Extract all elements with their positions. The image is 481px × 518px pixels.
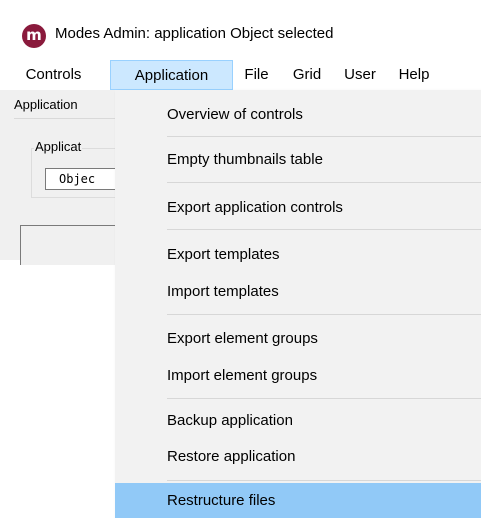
menu-separator: [167, 182, 481, 183]
groupbox-label: Applicat: [34, 139, 83, 154]
object-field[interactable]: Objec: [45, 168, 125, 190]
menu-separator: [167, 229, 481, 230]
menu-item-empty-thumbnails-table[interactable]: Empty thumbnails table: [115, 142, 481, 177]
window-title: Modes Admin: application Object selected: [55, 25, 334, 42]
menu-item-import-element-groups[interactable]: Import element groups: [115, 358, 481, 393]
menu-bar: Controls Application File Grid User Help: [0, 60, 481, 90]
menu-item-label: Empty thumbnails table: [167, 151, 323, 168]
menu-item-label: Backup application: [167, 412, 293, 429]
application-dropdown-menu: Overview of controls Empty thumbnails ta…: [115, 90, 481, 518]
menu-item-label: Overview of controls: [167, 106, 303, 123]
title-bar: m Modes Admin: application Object select…: [0, 0, 481, 56]
menu-item-backup-application[interactable]: Backup application: [115, 403, 481, 438]
menu-separator: [167, 480, 481, 481]
menu-item-label: Import element groups: [167, 367, 318, 384]
menu-application[interactable]: Application: [110, 60, 233, 90]
menu-item-label: Import templates: [167, 283, 279, 300]
menu-separator: [167, 314, 481, 315]
menu-item-restore-application[interactable]: Restore application: [115, 439, 481, 474]
menu-item-restructure-files[interactable]: Restructure files: [115, 483, 481, 518]
menu-item-label: Export templates: [167, 246, 280, 263]
menu-help[interactable]: Help: [388, 60, 440, 90]
menu-grid[interactable]: Grid: [281, 60, 333, 90]
menu-item-export-application-controls[interactable]: Export application controls: [115, 190, 481, 225]
menu-file[interactable]: File: [233, 60, 280, 90]
menu-controls[interactable]: Controls: [0, 60, 107, 90]
menu-separator: [167, 136, 481, 137]
menu-user[interactable]: User: [335, 60, 385, 90]
menu-item-import-templates[interactable]: Import templates: [115, 274, 481, 309]
menu-separator: [167, 398, 481, 399]
menu-item-export-element-groups[interactable]: Export element groups: [115, 321, 481, 356]
menu-item-label: Restore application: [167, 448, 296, 465]
app-logo-icon: m: [22, 24, 46, 48]
menu-item-overview-of-controls[interactable]: Overview of controls: [115, 97, 481, 132]
menu-item-label: Restructure files: [167, 492, 276, 509]
menu-item-label: Export element groups: [167, 330, 318, 347]
menu-item-label: Export application controls: [167, 199, 343, 216]
menu-item-export-templates[interactable]: Export templates: [115, 237, 481, 272]
tab-application[interactable]: Application: [14, 97, 78, 112]
